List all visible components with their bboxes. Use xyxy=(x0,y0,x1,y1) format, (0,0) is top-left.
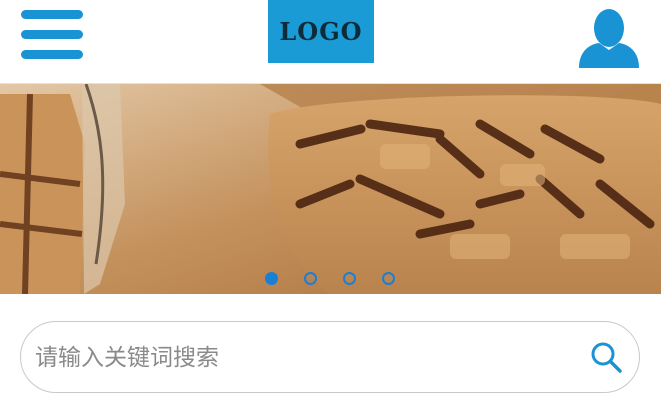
slider-dot-1[interactable] xyxy=(265,272,278,285)
slider-dot-3[interactable] xyxy=(343,272,356,285)
menu-button[interactable] xyxy=(21,10,83,60)
waffle-photo xyxy=(0,84,661,294)
search-icon[interactable] xyxy=(589,340,623,374)
user-button[interactable] xyxy=(577,6,641,68)
header: LOGO xyxy=(0,0,661,84)
slider-dot-4[interactable] xyxy=(382,272,395,285)
slider-pagination xyxy=(0,272,661,290)
search-input[interactable] xyxy=(33,332,577,384)
menu-icon-bar xyxy=(21,10,83,19)
menu-icon-bar xyxy=(21,30,83,39)
search-bar xyxy=(20,321,640,393)
menu-icon-bar xyxy=(21,50,83,59)
logo[interactable]: LOGO xyxy=(268,0,374,63)
logo-text: LOGO xyxy=(279,17,363,46)
slider-dot-2[interactable] xyxy=(304,272,317,285)
banner-slider[interactable] xyxy=(0,84,661,294)
user-avatar-icon xyxy=(579,9,639,68)
